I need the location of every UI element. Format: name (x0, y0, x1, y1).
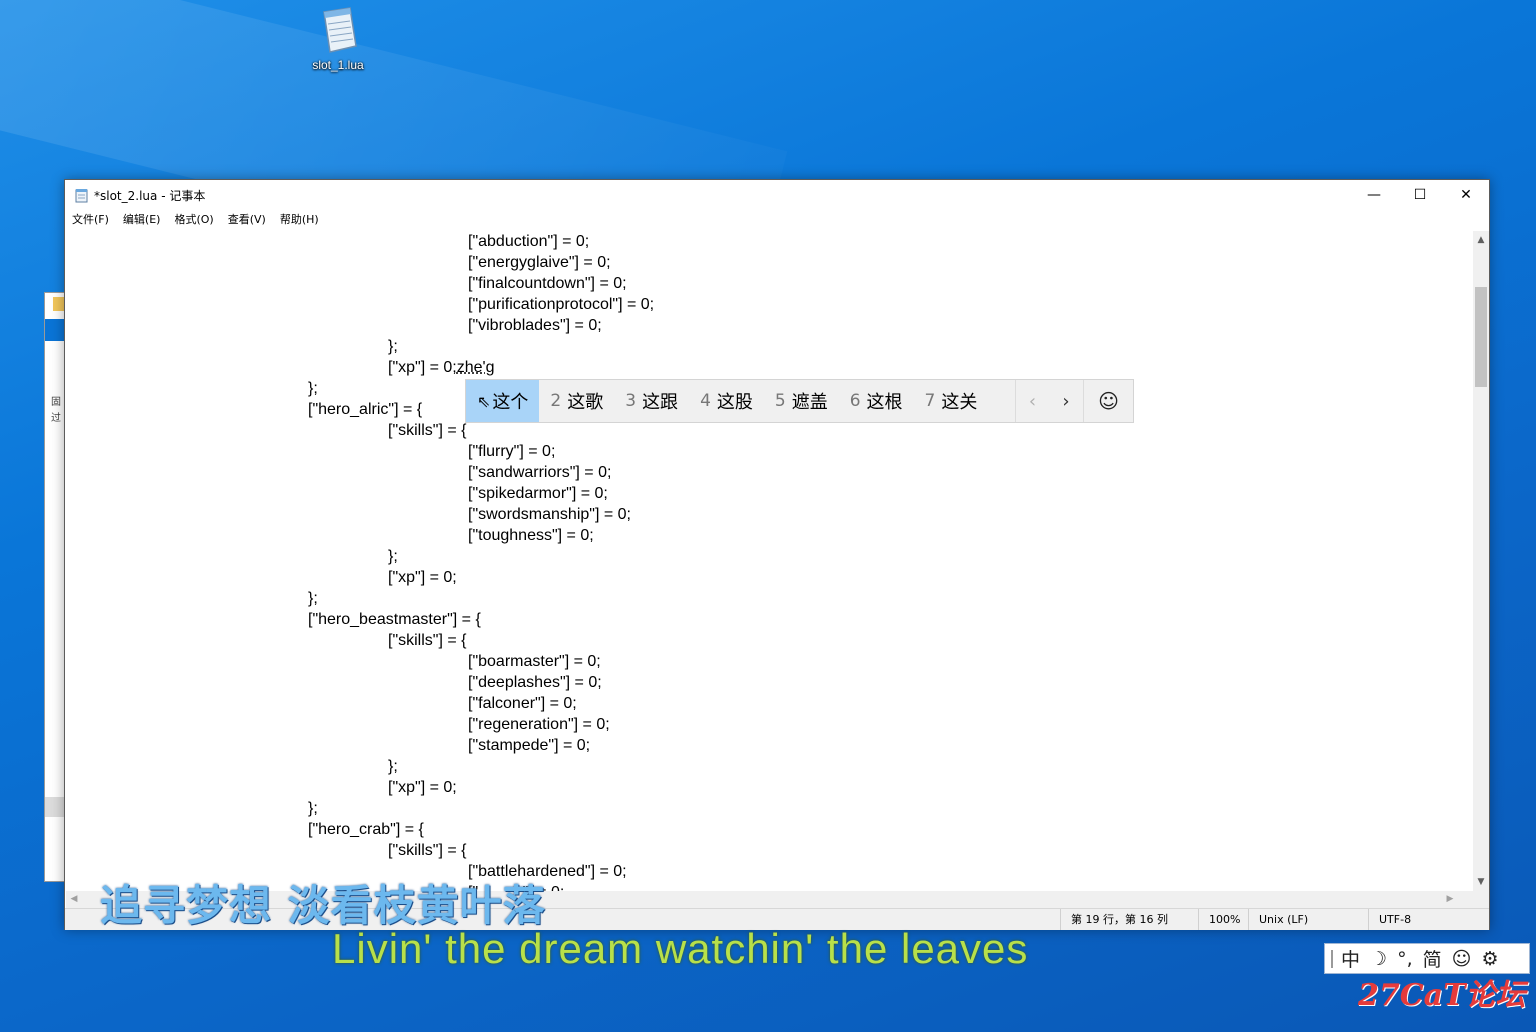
code-line: ["xp"] = 0; (388, 569, 457, 586)
scroll-corner (1473, 891, 1489, 908)
code-line: ["swordsmanship"] = 0; (468, 506, 631, 523)
code-line: ["deeplashes"] = 0; (468, 674, 602, 691)
ime-candidate[interactable]: 4 这股 (689, 380, 764, 422)
code-line: ["regeneration"] = 0; (468, 716, 610, 733)
ime-candidate[interactable]: 6 这根 (839, 380, 914, 422)
code-text: ["xp"] = 0; (388, 359, 457, 376)
menu-file[interactable]: 文件(F) (72, 210, 109, 230)
notepad-app-icon (75, 189, 88, 203)
code-line: ["skills"] = { (388, 632, 467, 649)
emoji-icon[interactable]: ☺ (1083, 380, 1133, 422)
code-line: ["sandwarriors"] = 0; (468, 464, 612, 481)
code-line: ["flurry"] = 0; (468, 443, 556, 460)
menu-edit[interactable]: 编辑(E) (123, 210, 161, 230)
code-line: ["hero_alric"] = { (308, 401, 423, 418)
toolbar-grip[interactable] (1331, 949, 1341, 968)
code-line: }; (308, 590, 318, 607)
code-line: ["skills"] = { (388, 422, 467, 439)
candidate-text: 这关 (941, 392, 978, 413)
emoji-icon[interactable]: ☺ (1452, 948, 1472, 970)
desktop-icon-label: slot_1.lua (312, 58, 364, 72)
status-line-ending: Unix (LF) (1248, 909, 1368, 930)
code-line: ["falconer"] = 0; (468, 695, 577, 712)
scroll-right-icon[interactable]: ▶ (1442, 891, 1458, 908)
subtitle-english: Livin' the dream watchin' the leaves (332, 925, 1029, 972)
code-line: ["spikedarmor"] = 0; (468, 485, 608, 502)
code-line: ["vibroblades"] = 0; (468, 317, 602, 334)
menu-help[interactable]: 帮助(H) (280, 210, 319, 230)
code-line: ["boarmaster"] = 0; (468, 653, 601, 670)
candidate-text: 这歌 (567, 392, 604, 413)
desktop-icon-slot1[interactable]: slot_1.lua (300, 6, 376, 72)
window-title: *slot_2.lua - 记事本 (94, 189, 206, 203)
menu-view[interactable]: 查看(V) (228, 210, 266, 230)
code-line: ["xp"] = 0; (388, 779, 457, 796)
side-text: 过 (51, 413, 61, 424)
vertical-scrollbar[interactable]: ▲ ▼ (1473, 231, 1489, 891)
code-line: }; (308, 800, 318, 817)
prev-page-icon[interactable]: ‹ (1015, 380, 1049, 422)
ime-candidate-bar[interactable]: ⇖ 这个 2 这歌 3 这跟 4 这股 5 遮盖 6 这根 7 这关 ‹ › ☺ (465, 379, 1134, 423)
side-text: 固 (51, 397, 61, 408)
candidate-text: 遮盖 (791, 392, 828, 413)
code-line: }; (388, 338, 398, 355)
scroll-up-icon[interactable]: ▲ (1473, 233, 1489, 247)
scroll-left-icon[interactable]: ◀ (66, 891, 82, 908)
title-bar[interactable]: *slot_2.lua - 记事本 — ☐ ✕ (65, 180, 1489, 210)
candidate-text: 这个 (492, 392, 529, 413)
candidate-number: 6 (849, 391, 861, 411)
code-line: ["energyglaive"] = 0; (468, 254, 611, 271)
chinese-mode-icon[interactable]: 中 (1341, 945, 1360, 972)
status-encoding: UTF-8 (1368, 909, 1488, 930)
code-line-with-composition: ["xp"] = 0;zhe'g (388, 357, 494, 378)
code-line: ["hero_crab"] = { (308, 821, 424, 838)
close-button[interactable]: ✕ (1443, 180, 1489, 210)
ime-candidate[interactable]: 5 遮盖 (764, 380, 839, 422)
code-line: ["hero_beastmaster"] = { (308, 611, 481, 628)
ime-candidate[interactable]: 2 这歌 (539, 380, 614, 422)
code-line: ["purificationprotocol"] = 0; (468, 296, 655, 313)
ime-composition-text: zhe'g (456, 359, 495, 376)
menu-format[interactable]: 格式(O) (174, 210, 213, 230)
candidate-text: 这跟 (642, 392, 679, 413)
text-editor[interactable]: ["abduction"] = 0; ["energyglaive"] = 0; [… (66, 231, 1474, 891)
ime-candidate[interactable]: 7 这关 (914, 380, 989, 422)
maximize-button[interactable]: ☐ (1397, 180, 1443, 210)
code-line: ["stampede"] = 0; (468, 737, 591, 754)
subtitle-chinese: 追寻梦想 淡看枝黄叶落 (100, 881, 546, 930)
settings-icon[interactable]: ⚙ (1481, 948, 1498, 970)
code-line: ["toughness"] = 0; (468, 527, 594, 544)
scroll-down-icon[interactable]: ▼ (1473, 875, 1489, 889)
code-line: }; (388, 548, 398, 565)
minimize-button[interactable]: — (1351, 180, 1397, 210)
mouse-cursor-icon: ⇖ (477, 391, 491, 411)
ime-candidate[interactable]: 3 这跟 (614, 380, 689, 422)
candidate-number: 7 (924, 391, 936, 411)
ime-candidate[interactable]: ⇖ 这个 (466, 380, 540, 422)
forum-watermark: 27CaT论坛 (1358, 978, 1526, 1013)
code-line: }; (308, 380, 318, 397)
code-line: ["skills"] = { (388, 842, 467, 859)
status-zoom: 100% (1198, 909, 1248, 930)
half-width-icon[interactable]: ☽ (1370, 948, 1387, 970)
menu-bar: 文件(F) 编辑(E) 格式(O) 查看(V) 帮助(H) (65, 210, 1489, 230)
candidate-text: 这根 (866, 392, 903, 413)
code-line: ["abduction"] = 0; (468, 233, 590, 250)
notepad-file-icon (316, 6, 360, 54)
candidate-text: 这股 (716, 392, 753, 413)
candidate-number: 3 (625, 391, 637, 411)
code-line: ["finalcountdown"] = 0; (468, 275, 627, 292)
status-position: 第 19 行，第 16 列 (1060, 909, 1198, 930)
candidate-number: 2 (550, 391, 562, 411)
simplified-icon[interactable]: 简 (1423, 945, 1442, 972)
candidate-number: 4 (700, 391, 711, 411)
code-line: }; (388, 758, 398, 775)
notepad-window[interactable]: *slot_2.lua - 记事本 — ☐ ✕ 文件(F) 编辑(E) 格式(O… (64, 179, 1490, 930)
next-page-icon[interactable]: › (1049, 380, 1083, 422)
scroll-thumb[interactable] (1475, 287, 1487, 387)
candidate-number: 5 (774, 391, 786, 411)
punctuation-icon[interactable]: °, (1397, 948, 1413, 970)
